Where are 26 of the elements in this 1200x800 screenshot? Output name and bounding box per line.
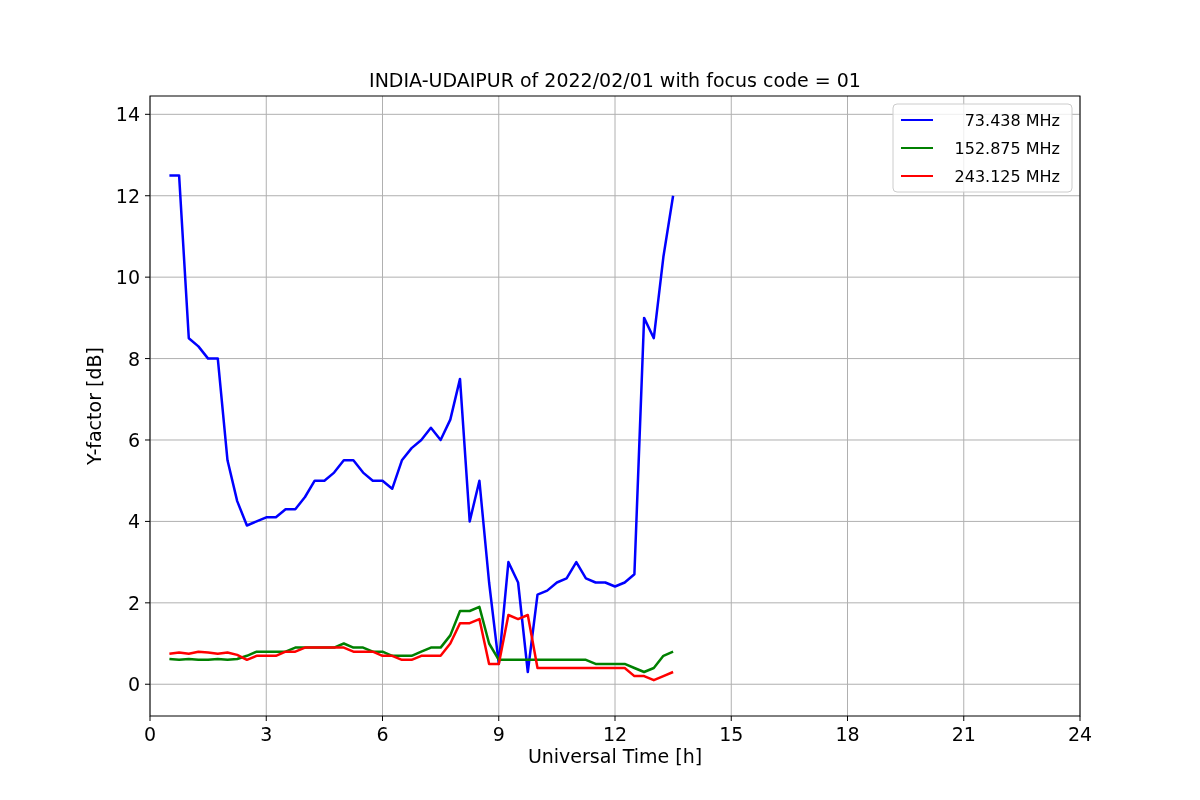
- legend-line-icon: [900, 175, 934, 177]
- y-tick-label: 0: [127, 673, 140, 696]
- y-axis-label: Y-factor [dB]: [83, 347, 105, 465]
- y-tick-label: 10: [115, 266, 140, 289]
- y-tick-label: 8: [127, 347, 140, 370]
- y-tick-label: 4: [127, 510, 140, 533]
- x-tick-label: 0: [143, 723, 157, 745]
- legend-line-icon: [900, 147, 934, 149]
- x-tick-label: 9: [492, 723, 505, 745]
- y-tick-label: 14: [115, 103, 140, 126]
- x-tick-label: 6: [376, 723, 389, 745]
- y-tick-label: 6: [127, 429, 140, 451]
- y-tick-label: 12: [115, 184, 140, 207]
- x-axis-label: Universal Time [h]: [527, 745, 703, 767]
- legend-label: 152.875 MHz: [954, 139, 1060, 158]
- legend-label: 73.438 MHz: [964, 111, 1060, 130]
- x-tick-label: 24: [1067, 723, 1093, 745]
- chart-title: INDIA-UDAIPUR of 2022/02/01 with focus code = 01: [369, 69, 861, 91]
- x-tick-label: 15: [719, 723, 744, 745]
- legend-label: 243.125 MHz: [954, 167, 1060, 186]
- x-tick-label: 21: [951, 723, 976, 745]
- legend-line-icon: [900, 119, 934, 121]
- x-tick-label: 3: [260, 723, 273, 745]
- x-tick-label: 12: [602, 723, 628, 745]
- y-tick-label: 2: [127, 591, 140, 614]
- x-tick-label: 18: [835, 723, 860, 745]
